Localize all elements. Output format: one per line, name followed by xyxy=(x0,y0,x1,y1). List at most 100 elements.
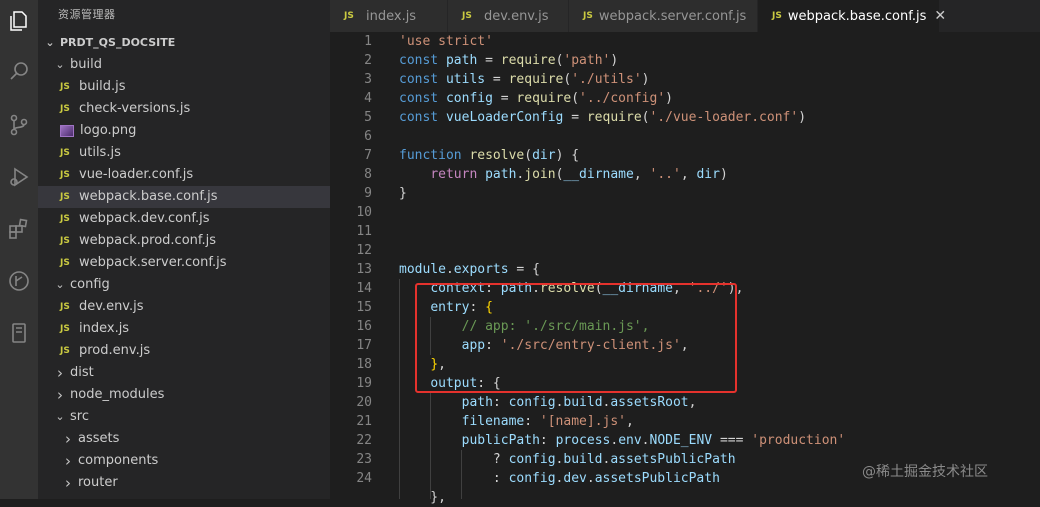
close-icon[interactable]: ✕ xyxy=(934,8,946,24)
tree-folder[interactable]: › components xyxy=(38,450,330,472)
search-icon[interactable] xyxy=(4,56,34,86)
tree-file[interactable]: JS check-versions.js xyxy=(38,98,330,120)
code-token: ) xyxy=(719,167,728,182)
tree-folder[interactable]: › router xyxy=(38,472,330,494)
line-number: 13 xyxy=(356,262,372,277)
source-control-icon[interactable] xyxy=(4,110,34,140)
tree-item-label: build xyxy=(70,57,102,72)
line-number: 9 xyxy=(364,186,372,201)
explorer-icon[interactable] xyxy=(4,6,34,36)
code-token: path xyxy=(485,167,517,182)
code-token: === xyxy=(712,433,752,448)
code-token: resolve xyxy=(469,148,525,163)
tree-folder[interactable]: › assets xyxy=(38,428,330,450)
code-token: = { xyxy=(508,262,540,277)
code-token: exports xyxy=(453,262,509,277)
line-number: 11 xyxy=(356,224,372,239)
code-token: , xyxy=(626,414,634,429)
code-line: 5 const vueLoaderConfig = require('./vue-… xyxy=(330,108,1040,127)
code-token: return xyxy=(430,167,486,182)
tab-label: webpack.base.conf.js xyxy=(787,8,927,24)
line-number: 22 xyxy=(356,433,372,448)
code-token: build xyxy=(563,452,603,467)
code-line: 12 xyxy=(330,241,1040,260)
tree-folder[interactable]: › dist xyxy=(38,362,330,384)
tree-folder[interactable]: › node_modules xyxy=(38,384,330,406)
code-token: 'path' xyxy=(563,53,611,68)
js-file-icon: JS xyxy=(60,236,70,246)
code-token: : xyxy=(399,471,509,486)
tab-label: webpack.server.conf.js xyxy=(598,8,747,24)
tree-item-label: check-versions.js xyxy=(79,101,191,116)
code-token: assetsRoot xyxy=(610,395,689,410)
project-name: PRDT_QS_DOCSITE xyxy=(60,36,176,49)
code-token: require xyxy=(586,110,642,125)
chevron-right-icon: › xyxy=(65,430,71,448)
code-token: = xyxy=(477,53,501,68)
js-file-icon: JS xyxy=(772,11,782,21)
tree-file[interactable]: JS prod.env.js xyxy=(38,340,330,362)
project-section-header[interactable]: ⌄ PRDT_QS_DOCSITE xyxy=(38,32,330,54)
code-token: : xyxy=(492,395,509,410)
editor-tab[interactable]: JS webpack.server.conf.js xyxy=(569,0,758,32)
tree-file[interactable]: JS dev.env.js xyxy=(38,296,330,318)
line-number: 21 xyxy=(356,414,372,429)
code-token: const xyxy=(399,91,446,106)
tree-item-label: dev.env.js xyxy=(79,299,144,314)
editor-tab[interactable]: JS dev.env.js xyxy=(448,0,569,32)
chevron-down-icon: ⌄ xyxy=(55,410,65,423)
code-line: 22 publicPath: process.env.NODE_ENV === … xyxy=(330,431,1040,450)
tree-item-label: components xyxy=(78,453,159,468)
tree-file[interactable]: JS utils.js xyxy=(38,142,330,164)
tree-item-label: config xyxy=(70,277,110,292)
tree-file[interactable]: JS build.js xyxy=(38,76,330,98)
chevron-right-icon: › xyxy=(65,474,71,492)
tree-file[interactable]: JS webpack.dev.conf.js xyxy=(38,208,330,230)
code-token: 'use strict' xyxy=(399,34,493,49)
code-token: . xyxy=(641,433,650,448)
tree-file[interactable]: JS webpack.base.conf.js xyxy=(38,186,330,208)
code-text: }, xyxy=(399,488,446,507)
code-line: 21 filename: '[name].js', xyxy=(330,412,1040,431)
tree-folder[interactable]: ⌄ config xyxy=(38,274,330,296)
tree-file[interactable]: JS index.js xyxy=(38,318,330,340)
editor-tab[interactable]: JS index.js xyxy=(330,0,448,32)
tree-file[interactable]: JS webpack.server.conf.js xyxy=(38,252,330,274)
code-token: dev xyxy=(563,471,587,486)
tree-file[interactable]: logo.png xyxy=(38,120,330,142)
tree-file[interactable]: JS webpack.prod.conf.js xyxy=(38,230,330,252)
tree-folder[interactable]: ⌄ build xyxy=(38,54,330,76)
code-token: } xyxy=(399,186,407,201)
line-number: 18 xyxy=(356,357,372,372)
code-text: 'use strict' xyxy=(399,32,493,51)
run-debug-icon[interactable] xyxy=(4,162,34,192)
js-file-icon: JS xyxy=(583,11,593,21)
tree-item-label: webpack.server.conf.js xyxy=(79,255,227,270)
code-line: 3 const utils = require('./utils') xyxy=(330,70,1040,89)
code-line: 20 path: config.build.assetsRoot, xyxy=(330,393,1040,412)
code-line: }, xyxy=(330,488,1040,507)
code-token: '[name].js' xyxy=(539,414,626,429)
code-token: env xyxy=(618,433,642,448)
extensions-icon[interactable] xyxy=(4,214,34,244)
remote-explorer-icon[interactable] xyxy=(4,318,34,348)
code-text: const utils = require('./utils') xyxy=(399,70,650,89)
js-file-icon: JS xyxy=(60,148,70,158)
code-token: ( xyxy=(571,91,580,106)
code-token: vueLoaderConfig xyxy=(445,110,564,125)
line-number: 5 xyxy=(364,110,372,125)
code-token: module xyxy=(399,262,446,277)
js-file-icon: JS xyxy=(462,11,472,21)
image-file-icon xyxy=(60,125,74,137)
editor-tab[interactable]: JS webpack.base.conf.js ✕ xyxy=(758,0,946,32)
code-text: filename: '[name].js', xyxy=(399,412,634,431)
code-editor[interactable]: 1'use strict' 2 const path = require('path… xyxy=(330,32,1040,505)
tree-file[interactable]: JS vue-loader.conf.js xyxy=(38,164,330,186)
code-token: process xyxy=(555,433,611,448)
code-token: config xyxy=(508,395,556,410)
code-token: './utils' xyxy=(571,72,642,87)
git-graph-icon[interactable] xyxy=(4,266,34,296)
tree-folder[interactable]: ⌄ src xyxy=(38,406,330,428)
tree-item-label: src xyxy=(70,409,89,424)
